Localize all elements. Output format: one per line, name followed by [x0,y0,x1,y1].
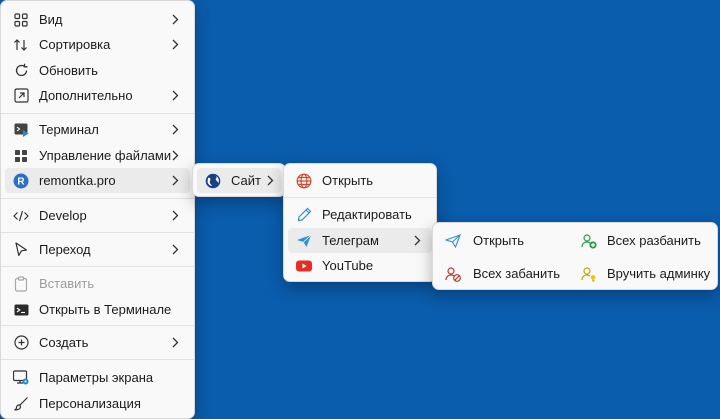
menu-item-remontka[interactable]: R remontka.pro [5,168,190,193]
chevron-right-icon [414,235,421,246]
menu-item-label: Открыть [322,173,374,188]
pencil-icon [296,207,312,223]
menu-item-site[interactable]: Сайт [197,168,281,193]
refresh-icon [13,63,29,79]
chevron-right-icon [172,14,179,25]
desktop-context-menu: Вид Сортировка Обновить Дополнительно Те… [0,0,195,419]
menu-separator [284,197,436,198]
open-web-icon [296,173,312,189]
menu-item-terminal[interactable]: Терминал [5,117,190,142]
menu-item-label: Персонализация [39,396,141,411]
menu-item-edit[interactable]: Редактировать [288,202,432,227]
view-grid-icon [13,12,29,28]
menu-item-grant-admin[interactable]: Вручить админку [573,261,713,286]
menu-item-ban-all[interactable]: Всех забанить [439,261,569,286]
menu-item-more[interactable]: Дополнительно [5,83,190,108]
menu-item-label: Открыть в Терминале [39,302,172,317]
menu-item-label: Вставить [39,276,95,291]
more-options-icon [13,88,29,104]
menu-item-label: remontka.pro [39,173,116,188]
menu-item-label: Редактировать [322,207,412,222]
remontka-submenu: Сайт [192,163,286,197]
menu-item-label: Дополнительно [39,88,133,103]
menu-item-youtube[interactable]: YouTube [288,253,432,278]
sort-icon [13,37,29,53]
create-plus-icon [13,335,29,351]
display-settings-icon [13,370,29,386]
chevron-right-icon [172,39,179,50]
menu-separator [1,325,194,326]
menu-item-telegram-open[interactable]: Открыть [439,228,569,253]
chevron-right-icon [172,175,179,186]
menu-item-create[interactable]: Создать [5,330,190,355]
cursor-icon [13,242,29,258]
menu-item-label: Сайт [231,173,261,188]
menu-item-sort[interactable]: Сортировка [5,32,190,57]
menu-item-file-management[interactable]: Управление файлами [5,143,190,168]
chevron-right-icon [172,150,179,161]
open-terminal-icon [13,302,29,318]
site-submenu: Открыть Редактировать Телеграм YouTube [283,163,437,282]
grant-admin-icon [581,266,597,282]
ban-all-icon [445,266,461,282]
menu-item-label: Вручить админку [607,266,711,281]
menu-item-personalization[interactable]: Персонализация [5,391,190,416]
chevron-right-icon [172,244,179,255]
menu-item-label: Develop [39,208,87,223]
menu-item-label: Обновить [39,63,98,78]
svg-text:R: R [17,176,25,187]
menu-item-label: Вид [39,12,63,27]
menu-item-label: Переход [39,242,91,257]
menu-separator [1,232,194,233]
youtube-icon [296,258,312,274]
menu-item-display-settings[interactable]: Параметры экрана [5,365,190,390]
unban-all-icon [581,233,597,249]
chevron-right-icon [172,337,179,348]
globe-icon [205,173,221,189]
chevron-right-icon [172,124,179,135]
menu-separator [1,198,194,199]
menu-item-open-site[interactable]: Открыть [288,168,432,193]
menu-item-label: YouTube [322,258,374,273]
chevron-right-icon [172,210,179,221]
menu-item-develop[interactable]: Develop [5,203,190,228]
menu-item-label: Всех разбанить [607,233,701,248]
menu-item-view[interactable]: Вид [5,7,190,32]
terminal-icon [13,122,29,138]
menu-separator [1,266,194,267]
telegram-submenu: Открыть Всех разбанить Всех забанить Вру… [432,222,718,290]
menu-item-label: Всех забанить [473,266,560,281]
menu-item-label: Создать [39,335,89,350]
menu-item-label: Открыть [473,233,525,248]
menu-item-label: Терминал [39,122,99,137]
remontka-logo-icon: R [13,173,29,189]
menu-item-paste: Вставить [5,271,190,296]
menu-item-goto[interactable]: Переход [5,237,190,262]
menu-separator [1,359,194,360]
file-management-icon [13,148,29,164]
menu-item-open-in-terminal[interactable]: Открыть в Терминале [5,297,190,322]
code-icon [13,208,29,224]
chevron-right-icon [172,90,179,101]
menu-item-refresh[interactable]: Обновить [5,58,190,83]
menu-separator [1,113,194,114]
menu-item-label: Телеграм [322,233,379,248]
brush-icon [13,396,29,412]
paste-icon [13,275,29,292]
telegram-open-icon [445,233,461,249]
chevron-right-icon [267,175,274,186]
menu-item-telegram[interactable]: Телеграм [288,228,432,253]
menu-item-label: Управление файлами [39,148,172,163]
telegram-icon [296,233,312,249]
menu-item-label: Параметры экрана [39,370,154,385]
menu-item-unban-all[interactable]: Всех разбанить [573,228,713,253]
menu-item-label: Сортировка [39,37,111,52]
